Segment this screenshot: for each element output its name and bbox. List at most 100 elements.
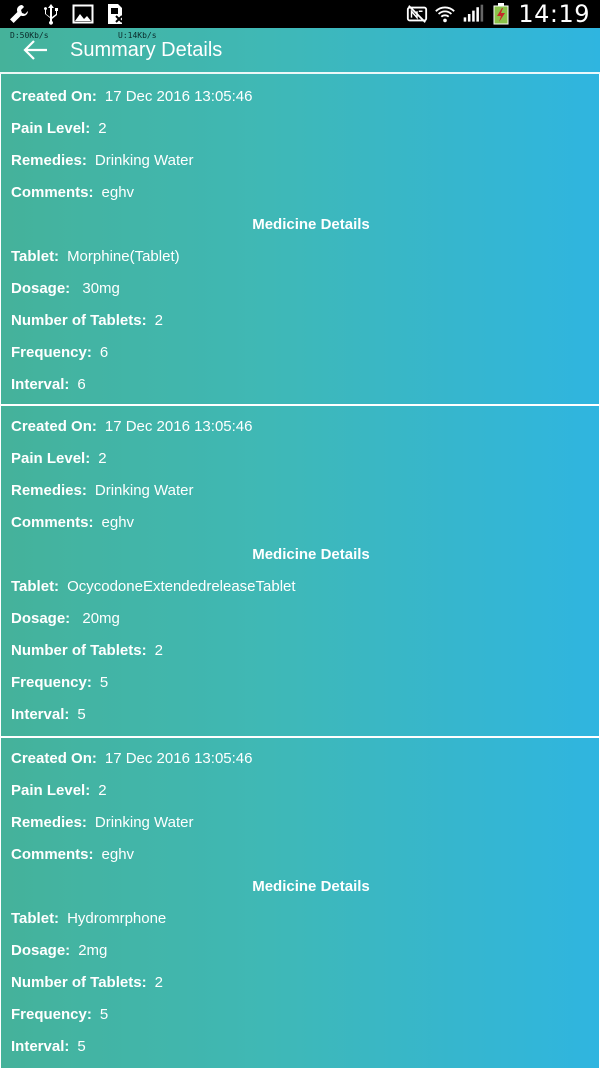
status-bar: 14:19: [0, 0, 600, 28]
pain-level-value: 2: [98, 120, 107, 137]
interval-value: 6: [77, 376, 86, 393]
comments-label: Comments:: [11, 184, 94, 201]
created-on-label: Created On:: [11, 750, 97, 767]
interval-row: Interval: 5: [11, 1038, 86, 1055]
comments-value: eghv: [101, 514, 135, 531]
interval-row: Interval: 6: [11, 376, 86, 393]
summary-card[interactable]: Created On: 17 Dec 2016 13:05:46 Pain Lev…: [0, 74, 600, 404]
frequency-label: Frequency:: [11, 674, 92, 691]
interval-value: 5: [77, 706, 86, 723]
remedies-value: Drinking Water: [94, 482, 194, 499]
usb-icon: [40, 3, 62, 25]
summary-card[interactable]: Created On: 17 Dec 2016 13:05:46 Pain Lev…: [0, 404, 600, 736]
status-time: 14:19: [518, 0, 590, 28]
dosage-row: Dosage: 30mg: [11, 280, 120, 297]
frequency-row: Frequency: 5: [11, 674, 108, 691]
tablet-value: Morphine(Tablet): [67, 248, 180, 265]
created-on-label: Created On:: [11, 88, 97, 105]
tablet-label: Tablet:: [11, 248, 60, 265]
nfc-off-icon: [406, 3, 428, 25]
comments-label: Comments:: [11, 514, 94, 531]
frequency-row: Frequency: 6: [11, 344, 108, 361]
comments-value: eghv: [101, 184, 135, 201]
created-on-value: 17 Dec 2016 13:05:46: [104, 88, 253, 105]
remedies-row: Remedies: Drinking Water: [11, 482, 194, 499]
app-bar: Summary Details: [0, 28, 600, 72]
tablet-row: Tablet: Morphine(Tablet): [11, 248, 180, 265]
pain-level-value: 2: [98, 450, 107, 467]
created-on-row: Created On: 17 Dec 2016 13:05:46: [11, 418, 252, 435]
dosage-value: 30mg: [78, 280, 120, 297]
interval-row: Interval: 5: [11, 706, 86, 723]
dosage-row: Dosage: 20mg: [11, 610, 120, 627]
medicine-details-heading: Medicine Details: [252, 546, 370, 563]
comments-value: eghv: [101, 846, 135, 863]
frequency-value: 5: [99, 674, 109, 691]
number-of-tablets-label: Number of Tablets:: [11, 642, 147, 659]
dosage-value: 20mg: [78, 610, 120, 627]
frequency-value: 5: [99, 1006, 109, 1023]
back-arrow-icon[interactable]: [20, 34, 52, 66]
comments-row: Comments: eghv: [11, 846, 134, 863]
remedies-value: Drinking Water: [94, 152, 194, 169]
frequency-value: 6: [99, 344, 109, 361]
dosage-row: Dosage: 2mg: [11, 942, 107, 959]
wrench-icon: [8, 3, 30, 25]
signal-icon: [462, 3, 484, 25]
summary-card[interactable]: Created On: 17 Dec 2016 13:05:46 Pain Lev…: [0, 736, 600, 1068]
remedies-value: Drinking Water: [94, 814, 194, 831]
remedies-label: Remedies:: [11, 814, 87, 831]
remedies-row: Remedies: Drinking Water: [11, 152, 194, 169]
interval-value: 5: [77, 1038, 86, 1055]
pain-level-row: Pain Level: 2: [11, 450, 107, 467]
dosage-label: Dosage:: [11, 610, 71, 627]
number-of-tablets-row: Number of Tablets: 2: [11, 974, 163, 991]
comments-row: Comments: eghv: [11, 514, 134, 531]
remedies-row: Remedies: Drinking Water: [11, 814, 194, 831]
remedies-label: Remedies:: [11, 482, 87, 499]
summary-list[interactable]: Created On: 17 Dec 2016 13:05:46 Pain Lev…: [0, 74, 600, 1068]
wifi-icon: [434, 3, 456, 25]
page-title: Summary Details: [70, 39, 223, 61]
medicine-details-heading: Medicine Details: [252, 878, 370, 895]
created-on-label: Created On:: [11, 418, 97, 435]
pain-level-row: Pain Level: 2: [11, 120, 107, 137]
battery-charging-icon: [490, 3, 512, 25]
number-of-tablets-label: Number of Tablets:: [11, 312, 147, 329]
created-on-row: Created On: 17 Dec 2016 13:05:46: [11, 750, 252, 767]
pain-level-row: Pain Level: 2: [11, 782, 107, 799]
created-on-value: 17 Dec 2016 13:05:46: [104, 750, 253, 767]
image-icon: [72, 3, 94, 25]
medicine-details-heading: Medicine Details: [252, 216, 370, 233]
created-on-value: 17 Dec 2016 13:05:46: [104, 418, 253, 435]
comments-row: Comments: eghv: [11, 184, 134, 201]
remedies-label: Remedies:: [11, 152, 87, 169]
tablet-label: Tablet:: [11, 910, 60, 927]
dosage-value: 2mg: [78, 942, 108, 959]
frequency-label: Frequency:: [11, 1006, 92, 1023]
tablet-value: Hydromrphone: [67, 910, 167, 927]
comments-label: Comments:: [11, 846, 94, 863]
created-on-row: Created On: 17 Dec 2016 13:05:46: [11, 88, 252, 105]
number-of-tablets-label: Number of Tablets:: [11, 974, 147, 991]
interval-label: Interval:: [11, 1038, 70, 1055]
frequency-row: Frequency: 5: [11, 1006, 108, 1023]
tablet-value: OcycodoneExtendedreleaseTablet: [67, 578, 296, 595]
pain-level-value: 2: [98, 782, 107, 799]
pain-level-label: Pain Level:: [11, 450, 91, 467]
pain-level-label: Pain Level:: [11, 782, 91, 799]
interval-label: Interval:: [11, 376, 70, 393]
number-of-tablets-row: Number of Tablets: 2: [11, 312, 163, 329]
tablet-row: Tablet: OcycodoneExtendedreleaseTablet: [11, 578, 296, 595]
interval-label: Interval:: [11, 706, 70, 723]
number-of-tablets-row: Number of Tablets: 2: [11, 642, 163, 659]
number-of-tablets-value: 2: [154, 974, 163, 991]
tablet-label: Tablet:: [11, 578, 60, 595]
sim-error-icon: [104, 3, 126, 25]
dosage-label: Dosage:: [11, 942, 71, 959]
number-of-tablets-value: 2: [154, 642, 163, 659]
tablet-row: Tablet: Hydromrphone: [11, 910, 166, 927]
pain-level-label: Pain Level:: [11, 120, 91, 137]
number-of-tablets-value: 2: [154, 312, 163, 329]
dosage-label: Dosage:: [11, 280, 71, 297]
